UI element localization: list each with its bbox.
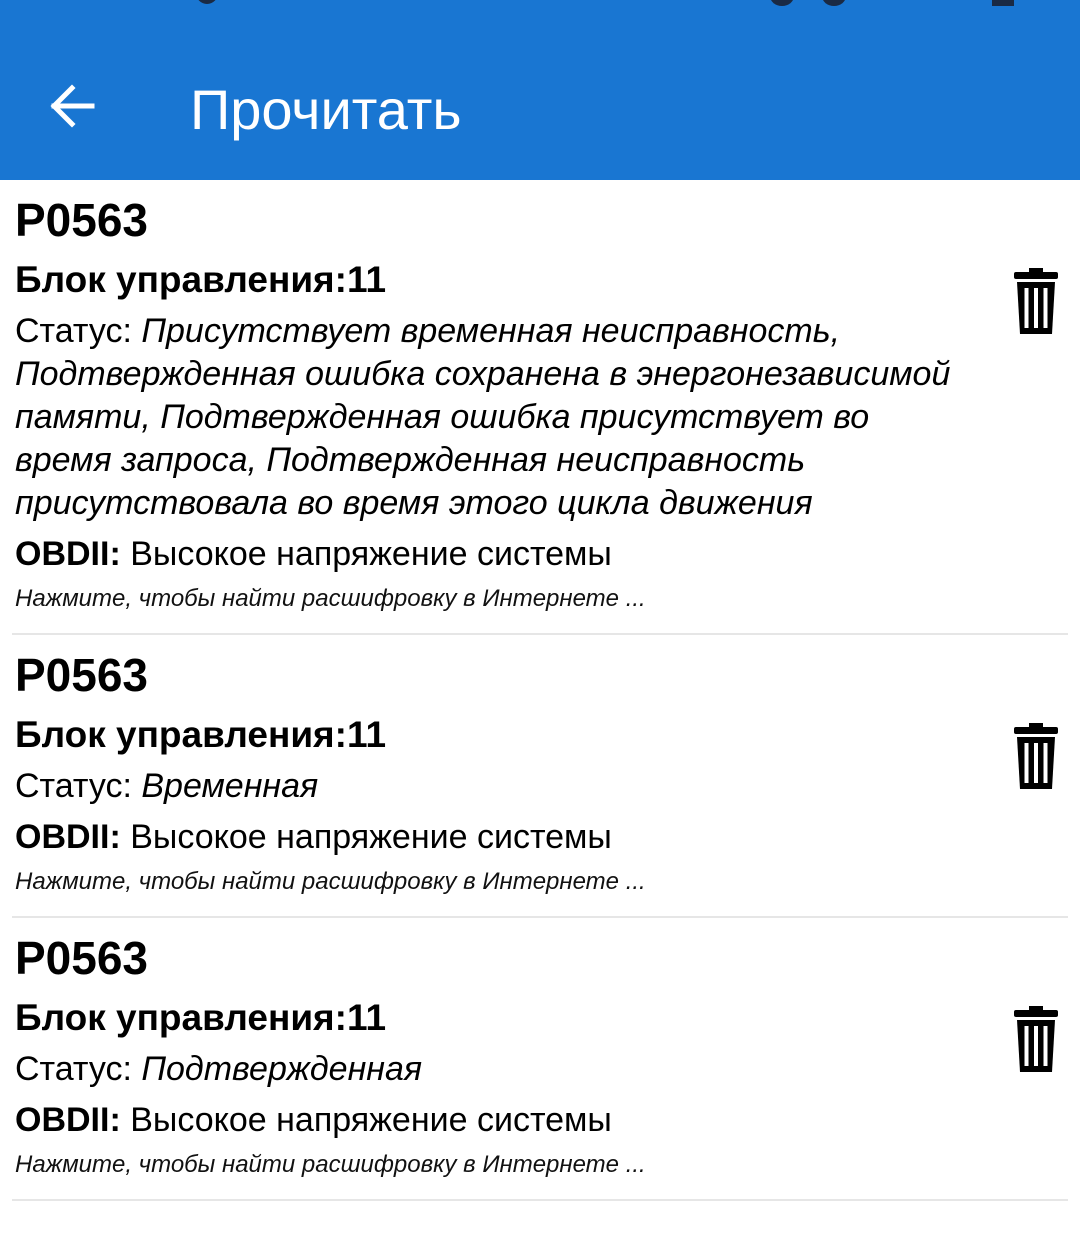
error-list: P0563 Блок управления:11 Статус: Присутс… xyxy=(0,180,1080,1201)
back-button[interactable] xyxy=(40,78,104,134)
status-bar xyxy=(0,0,1080,14)
obd-label: OBDII: xyxy=(15,1101,121,1139)
battery-icon xyxy=(992,0,1014,6)
control-unit-value: 11 xyxy=(346,259,387,300)
control-unit: Блок управления:11 xyxy=(15,711,968,759)
alarm-icon xyxy=(770,0,794,6)
search-online-hint[interactable]: Нажмите, чтобы найти расшифровку в Интер… xyxy=(15,1147,968,1183)
obd-value: Высокое напряжение системы xyxy=(120,818,612,856)
trash-icon xyxy=(1014,268,1058,334)
page-title: Прочитать xyxy=(190,78,462,141)
status: Статус: Присутствует временная неисправн… xyxy=(15,310,955,525)
status-value: Присутствует временная неисправность, По… xyxy=(15,312,951,522)
status-label: Статус: xyxy=(15,312,142,350)
error-item[interactable]: P0563 Блок управления:11 Статус: Присутс… xyxy=(12,180,1068,635)
trash-icon xyxy=(1014,1006,1058,1072)
obd-label: OBDII: xyxy=(15,535,121,573)
error-code: P0563 xyxy=(15,194,149,246)
obd-value: Высокое напряжение системы xyxy=(120,535,612,573)
obd-description: OBDII: Высокое напряжение системы xyxy=(15,531,968,577)
obd-description: OBDII: Высокое напряжение системы xyxy=(15,814,968,860)
control-unit-label: Блок управления: xyxy=(15,259,347,300)
delete-button[interactable] xyxy=(1014,1006,1058,1072)
app-bar: Прочитать xyxy=(0,0,1080,180)
control-unit-label: Блок управления: xyxy=(15,997,347,1038)
control-unit: Блок управления:11 xyxy=(15,994,968,1042)
search-online-hint[interactable]: Нажмите, чтобы найти расшифровку в Интер… xyxy=(15,581,968,617)
trash-icon xyxy=(1014,723,1058,789)
control-unit-value: 11 xyxy=(346,997,387,1038)
delete-button[interactable] xyxy=(1014,268,1058,334)
status-label: Статус: xyxy=(15,1050,142,1088)
status: Статус: Временная xyxy=(15,765,955,808)
status-label: Статус: xyxy=(15,767,142,805)
control-unit: Блок управления:11 xyxy=(15,256,968,304)
error-item[interactable]: P0563 Блок управления:11 Статус: Временн… xyxy=(12,635,1068,918)
status-value: Подтвержденная xyxy=(141,1050,423,1088)
signal-icon xyxy=(822,0,846,6)
status-icons xyxy=(770,0,890,6)
status: Статус: Подтвержденная xyxy=(15,1048,955,1091)
control-unit-label: Блок управления: xyxy=(15,714,347,755)
error-code: P0563 xyxy=(15,649,149,701)
error-code: P0563 xyxy=(15,932,149,984)
obd-description: OBDII: Высокое напряжение системы xyxy=(15,1097,968,1143)
error-item[interactable]: P0563 Блок управления:11 Статус: Подтвер… xyxy=(12,918,1068,1201)
obd-label: OBDII: xyxy=(15,818,121,856)
arrow-left-icon xyxy=(50,84,95,128)
search-online-hint[interactable]: Нажмите, чтобы найти расшифровку в Интер… xyxy=(15,864,968,900)
delete-button[interactable] xyxy=(1014,723,1058,789)
notification-icon xyxy=(196,0,218,4)
control-unit-value: 11 xyxy=(346,714,387,755)
obd-value: Высокое напряжение системы xyxy=(120,1101,612,1139)
status-value: Временная xyxy=(141,767,319,805)
